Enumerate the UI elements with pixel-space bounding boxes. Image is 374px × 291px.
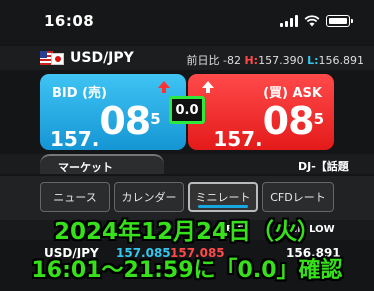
caption-time-range: 16:01～21:59に「0.0」確認 bbox=[31, 258, 343, 283]
spread-badge: 0.0 bbox=[169, 96, 205, 124]
tab-news[interactable]: ニュース bbox=[40, 182, 110, 212]
high-value: 157.390 bbox=[258, 54, 304, 67]
ask-price: 157.085 bbox=[213, 99, 324, 149]
ask-price-prefix: 157. bbox=[213, 127, 263, 151]
low-value: 156.891 bbox=[318, 54, 365, 67]
ask-price-main: 08 bbox=[262, 99, 315, 143]
bid-price-main: 08 bbox=[99, 99, 151, 143]
caption-date: 2024年12月24日（火） bbox=[53, 219, 321, 245]
bid-price-prefix: 157. bbox=[50, 127, 100, 151]
us-jp-flag-icon bbox=[40, 51, 64, 65]
battery-icon bbox=[326, 15, 353, 27]
bid-price-pip: 5 bbox=[150, 110, 161, 128]
up-arrow-icon bbox=[158, 81, 170, 93]
low-label: L: bbox=[307, 54, 319, 67]
status-icons bbox=[280, 15, 353, 27]
market-bar: マーケット DJ-【話題 bbox=[0, 154, 374, 174]
tab-calendar[interactable]: カレンダー bbox=[114, 182, 184, 212]
currency-pair-header[interactable]: USD/JPY 前日比 -82 H:157.390 L:156.891 bbox=[0, 46, 374, 70]
wifi-icon bbox=[304, 15, 320, 27]
tab-cfd-rate[interactable]: CFDレート bbox=[262, 182, 334, 212]
tab-market[interactable]: マーケット bbox=[40, 154, 164, 174]
up-arrow-icon bbox=[202, 81, 214, 93]
ask-price-pip: 5 bbox=[313, 110, 324, 128]
tab-mini-rate[interactable]: ミニレート bbox=[188, 182, 258, 212]
ask-buy-button[interactable]: (買) ASK 157.085 bbox=[188, 74, 334, 150]
prev-day-change: -82 bbox=[223, 54, 241, 67]
quote-summary: 前日比 -82 H:157.390 L:156.891 bbox=[187, 52, 365, 68]
status-clock: 16:08 bbox=[44, 12, 95, 30]
tab-market-label: マーケット bbox=[58, 161, 113, 174]
bid-price: 157.085 bbox=[50, 99, 161, 149]
status-bar: 16:08 bbox=[0, 0, 374, 44]
bid-sell-button[interactable]: BID (売) 157.085 bbox=[40, 74, 186, 150]
prev-day-label: 前日比 bbox=[186, 54, 220, 67]
price-panel: BID (売) 157.085 (買) ASK 157.085 0.0 bbox=[40, 74, 334, 150]
high-label: H: bbox=[244, 54, 259, 67]
news-ticker-title[interactable]: DJ-【話題 bbox=[298, 158, 349, 174]
pair-name: USD/JPY bbox=[70, 50, 134, 66]
cellular-signal-icon bbox=[280, 15, 298, 27]
